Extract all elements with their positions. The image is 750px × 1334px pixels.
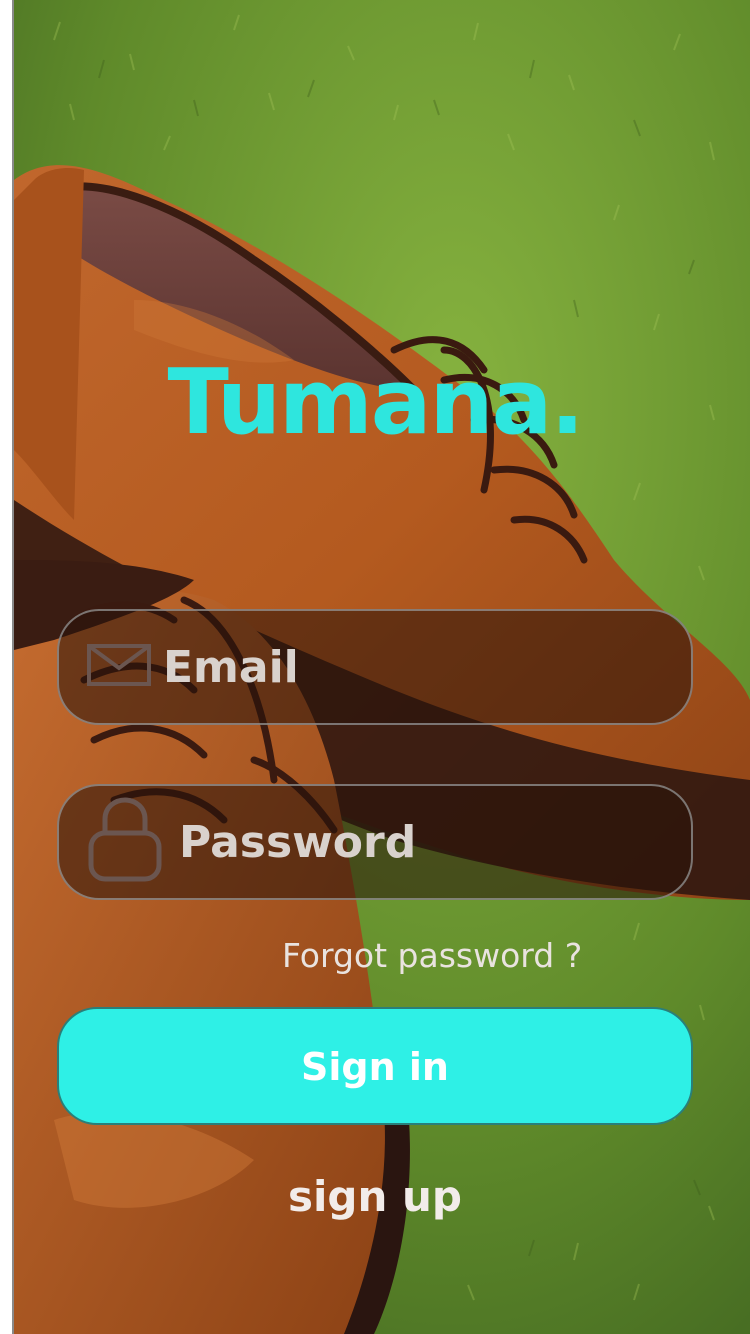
sign-in-button[interactable]: Sign in (57, 1007, 693, 1125)
password-input[interactable] (179, 786, 661, 898)
brand-logo: Tumana. (167, 350, 584, 455)
sign-up-link[interactable]: sign up (0, 1172, 750, 1221)
email-field[interactable] (57, 609, 693, 725)
forgot-password-link[interactable]: Forgot password ? (282, 936, 582, 975)
window-edge (0, 0, 14, 1334)
email-input[interactable] (163, 611, 661, 723)
password-field[interactable] (57, 784, 693, 900)
login-screen: Tumana. Forgot password ? Sign in sign u… (0, 0, 750, 1334)
envelope-icon (87, 643, 151, 691)
lock-icon (87, 797, 163, 887)
